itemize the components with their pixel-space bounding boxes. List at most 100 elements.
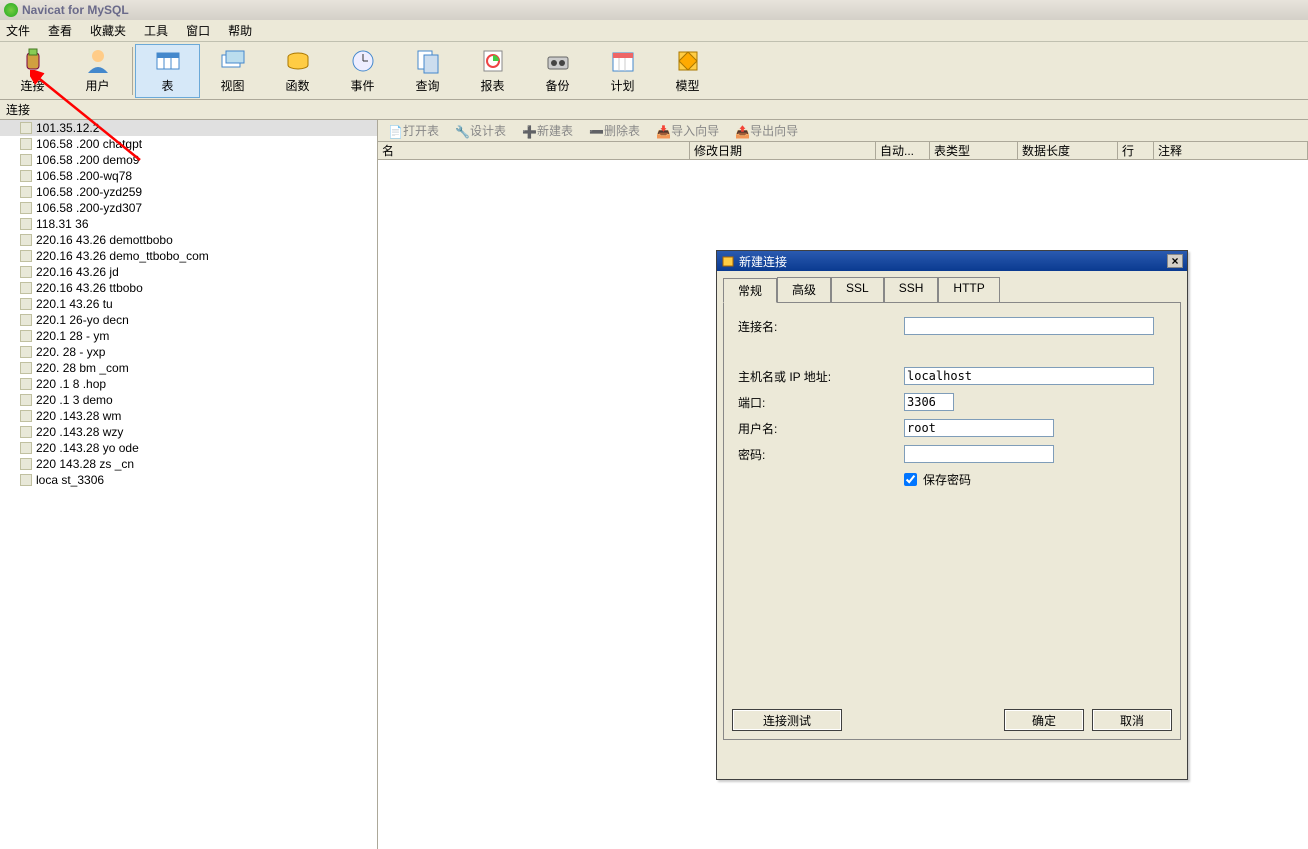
tt-export[interactable]: 📤导出向导: [735, 122, 798, 139]
tt-import[interactable]: 📥导入向导: [656, 122, 719, 139]
db-icon: [20, 154, 32, 166]
db-icon: [20, 122, 32, 134]
dialog-tabs: 常规 高级 SSL SSH HTTP: [717, 271, 1187, 302]
input-host[interactable]: [904, 367, 1154, 385]
connection-panel-label: 连接: [6, 101, 30, 118]
event-icon: [349, 47, 377, 75]
tt-open-table[interactable]: 📄打开表: [388, 122, 439, 139]
connection-item[interactable]: 106.58 .200-yzd307: [0, 200, 377, 216]
function-icon: [284, 47, 312, 75]
connection-item[interactable]: 118.31 36: [0, 216, 377, 232]
input-port[interactable]: [904, 393, 954, 411]
connection-item[interactable]: 220.16 43.26 ttbobo: [0, 280, 377, 296]
input-conn-name[interactable]: [904, 317, 1154, 335]
tab-general[interactable]: 常规: [723, 278, 777, 303]
connection-item[interactable]: 106.58 .200-yzd259: [0, 184, 377, 200]
design-table-icon: 🔧: [455, 125, 467, 137]
connection-item[interactable]: 220 .1 8 .hop: [0, 376, 377, 392]
connection-label: 106.58 .200 demo9: [36, 153, 139, 167]
connection-label: 106.58 .200-yzd259: [36, 185, 142, 199]
connection-item[interactable]: 220.1 43.26 tu: [0, 296, 377, 312]
toolbar-query[interactable]: 查询: [395, 44, 460, 98]
connection-item[interactable]: 220. 28 bm _com: [0, 360, 377, 376]
tab-advanced[interactable]: 高级: [777, 277, 831, 302]
connection-item[interactable]: 220 .1 3 demo: [0, 392, 377, 408]
new-table-icon: ➕: [522, 125, 534, 137]
col-rows[interactable]: 行: [1118, 142, 1154, 159]
connection-item[interactable]: 220.1 26-yo decn: [0, 312, 377, 328]
close-icon[interactable]: ×: [1167, 254, 1183, 268]
connection-label: 220.16 43.26 ttbobo: [36, 281, 143, 295]
tab-ssh[interactable]: SSH: [884, 277, 939, 302]
toolbar-backup-label: 备份: [545, 77, 569, 94]
col-name[interactable]: 名: [378, 142, 690, 159]
ok-button[interactable]: 确定: [1004, 709, 1084, 731]
tab-ssl[interactable]: SSL: [831, 277, 884, 302]
connection-item[interactable]: 220 .143.28 wzy: [0, 424, 377, 440]
col-auto[interactable]: 自动...: [876, 142, 930, 159]
input-password[interactable]: [904, 445, 1054, 463]
toolbar-report[interactable]: 报表: [460, 44, 525, 98]
menu-file[interactable]: 文件: [6, 22, 30, 39]
menu-window[interactable]: 窗口: [186, 22, 210, 39]
toolbar-event[interactable]: 事件: [330, 44, 395, 98]
col-length[interactable]: 数据长度: [1018, 142, 1118, 159]
toolbar-connect[interactable]: 连接: [0, 44, 65, 98]
schedule-icon: [609, 47, 637, 75]
toolbar-function-label: 函数: [285, 77, 309, 94]
menu-help[interactable]: 帮助: [228, 22, 252, 39]
connection-item[interactable]: 220 .143.28 yo ode: [0, 440, 377, 456]
tt-new-table[interactable]: ➕新建表: [522, 122, 573, 139]
toolbar-model[interactable]: 模型: [655, 44, 720, 98]
toolbar-view[interactable]: 视图: [200, 44, 265, 98]
tab-http[interactable]: HTTP: [938, 277, 999, 302]
connection-item[interactable]: 106.58 .200-wq78: [0, 168, 377, 184]
toolbar-function[interactable]: 函数: [265, 44, 330, 98]
menu-tools[interactable]: 工具: [144, 22, 168, 39]
app-icon: [4, 3, 18, 17]
dialog-titlebar[interactable]: 新建连接 ×: [717, 251, 1187, 271]
window-titlebar: Navicat for MySQL: [0, 0, 1308, 20]
toolbar-model-label: 模型: [675, 77, 699, 94]
toolbar-user[interactable]: 用户: [65, 44, 130, 98]
checkbox-save-password[interactable]: [904, 473, 917, 486]
connection-item[interactable]: 106.58 .200 chatgpt: [0, 136, 377, 152]
view-icon: [219, 47, 247, 75]
connection-item[interactable]: 220 .143.28 wm: [0, 408, 377, 424]
connection-sidebar[interactable]: 101.35.12.2106.58 .200 chatgpt 106.58 .20…: [0, 120, 378, 849]
connection-item[interactable]: 220.16 43.26 demottbobo: [0, 232, 377, 248]
connection-item[interactable]: 220.16 43.26 demo_ttbobo_com: [0, 248, 377, 264]
connection-item[interactable]: 220. 28 - yxp: [0, 344, 377, 360]
connection-item[interactable]: 220.16 43.26 jd: [0, 264, 377, 280]
toolbar-backup[interactable]: 备份: [525, 44, 590, 98]
connection-item[interactable]: 220 143.28 zs _cn: [0, 456, 377, 472]
input-user[interactable]: [904, 419, 1054, 437]
connection-label: 106.58 .200 chatgpt: [36, 137, 142, 151]
connection-item[interactable]: 101.35.12.2: [0, 120, 377, 136]
connection-label: 220.1 26-yo decn: [36, 313, 129, 327]
toolbar-schedule[interactable]: 计划: [590, 44, 655, 98]
label-port: 端口:: [738, 394, 904, 411]
db-icon: [20, 266, 32, 278]
tt-design-table[interactable]: 🔧设计表: [455, 122, 506, 139]
connection-item[interactable]: 106.58 .200 demo9: [0, 152, 377, 168]
db-icon: [20, 362, 32, 374]
test-connection-button[interactable]: 连接测试: [732, 709, 842, 731]
db-icon: [20, 394, 32, 406]
connection-item[interactable]: loca st_3306: [0, 472, 377, 488]
col-comment[interactable]: 注释: [1154, 142, 1308, 159]
toolbar-table[interactable]: 表: [135, 44, 200, 98]
menu-favorites[interactable]: 收藏夹: [90, 22, 126, 39]
tt-delete-table[interactable]: ➖删除表: [589, 122, 640, 139]
db-icon: [20, 410, 32, 422]
connection-item[interactable]: 220.1 28 - ym: [0, 328, 377, 344]
new-connection-dialog: 新建连接 × 常规 高级 SSL SSH HTTP 连接名: 主机名或 IP 地…: [716, 250, 1188, 780]
connection-label: 220.16 43.26 demo_ttbobo_com: [36, 249, 209, 263]
menu-view[interactable]: 查看: [48, 22, 72, 39]
col-modified[interactable]: 修改日期: [690, 142, 876, 159]
cancel-button[interactable]: 取消: [1092, 709, 1172, 731]
connection-label: 220 .143.28 yo ode: [36, 441, 139, 455]
connection-label: 220 .1 8 .hop: [36, 377, 106, 391]
connection-label: 220.1 28 - ym: [36, 329, 109, 343]
col-type[interactable]: 表类型: [930, 142, 1018, 159]
